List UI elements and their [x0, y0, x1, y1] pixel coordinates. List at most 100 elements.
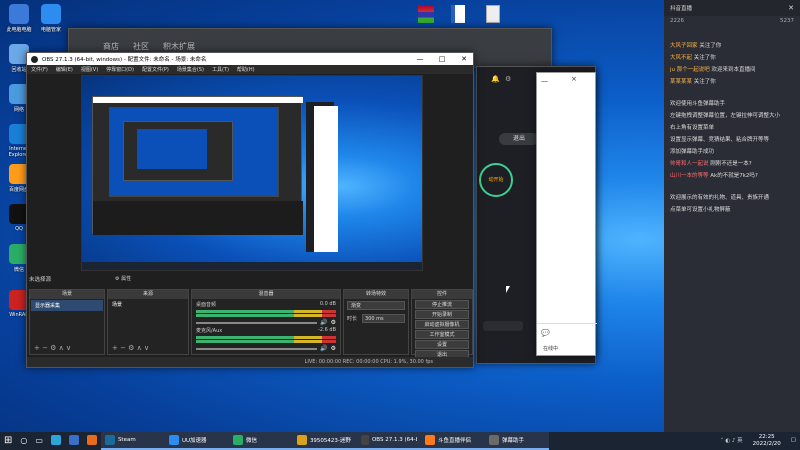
tray-icons[interactable]: ˄ ◐ ♪ 英: [717, 432, 747, 450]
app-icon: [168, 435, 179, 445]
chat-popup-window[interactable]: — × 💬 在线中: [536, 72, 597, 356]
bell-icon[interactable]: 🔔: [491, 75, 500, 83]
start-live-button[interactable]: 动开始: [479, 163, 513, 197]
taskbar-app[interactable]: 微信: [228, 432, 293, 450]
clock-date[interactable]: 2022/2/20: [753, 441, 781, 448]
chat-text: 点菜单可设置小礼物屏蔽: [670, 207, 731, 213]
exit-button[interactable]: 退出: [499, 133, 539, 145]
chat-nick: 大风不起: [670, 55, 693, 61]
minimize-icon[interactable]: —: [541, 77, 548, 85]
taskbar-app-label: UU加速器: [181, 438, 207, 444]
maximize-button[interactable]: □: [433, 55, 451, 63]
speaker-icon[interactable]: 🔊: [320, 345, 327, 352]
chat-message: 大风子回家 关注了你: [664, 40, 800, 52]
word-file-icon[interactable]: [451, 5, 465, 23]
chat-message: 右上角有设置菜单: [664, 122, 800, 134]
taskbar-app[interactable]: 斗鱼直播伴侣: [420, 432, 485, 450]
chat-close-icon[interactable]: ✕: [788, 4, 794, 12]
firefox-icon[interactable]: [83, 432, 101, 450]
bottom-button[interactable]: [483, 321, 523, 331]
app-icon: [232, 435, 243, 445]
chat-message: 大风不起 关注了你: [664, 52, 800, 64]
obs-statusbar: LIVE: 00:00:00 REC: 00:00:00 CPU: 1.9%, …: [27, 357, 473, 367]
volume-slider[interactable]: [196, 347, 318, 350]
minimize-button[interactable]: —: [411, 55, 429, 63]
taskbar-app[interactable]: Steam: [100, 432, 165, 450]
gear-icon[interactable]: ⚙: [331, 345, 336, 352]
bg-nav-community[interactable]: 社区: [133, 41, 149, 52]
chat-text: 设置显示弹幕、竞猜结果、粘合牌开等等: [670, 137, 770, 143]
taskbar-app-label: 微信: [245, 438, 257, 444]
chat-text: 欢迎使用斗鱼弹幕助手: [670, 101, 726, 107]
menu-item[interactable]: 帮助(H): [237, 66, 255, 73]
control-button[interactable]: 启动虚拟摄像机: [415, 320, 469, 329]
menu-item[interactable]: 视图(V): [81, 66, 98, 73]
chat-message: ju 那个一起说吧 欢迎来到本直播间: [664, 64, 800, 76]
menu-item[interactable]: 停靠窗口(D): [106, 66, 134, 73]
taskbar-app[interactable]: 弹幕助手: [484, 432, 549, 450]
obs-titlebar[interactable]: OBS 27.1.3 (64-bit, windows) - 配置文件: 未命名…: [27, 53, 473, 65]
taskbar-app[interactable]: UU加速器: [164, 432, 229, 450]
no-source-label: 未选择源: [29, 277, 52, 283]
taskbar-app-label: 斗鱼直播伴侣: [437, 438, 471, 444]
chat-message: 欢迎展示的有效的礼物、道具、贵族开通: [664, 192, 800, 204]
source-add-icon[interactable]: + − ⚙ ∧ ∨: [112, 344, 149, 352]
taskbar-app-label: 39505423-迷野: [309, 438, 351, 444]
control-button[interactable]: 工作室模式: [415, 330, 469, 339]
volume-slider[interactable]: [196, 321, 318, 324]
chat-message: 欢迎使用斗鱼弹幕助手: [664, 98, 800, 110]
channel-db: -2.6 dB: [318, 327, 336, 333]
volume-meter: [196, 336, 336, 339]
clock-time[interactable]: 22:25: [753, 434, 781, 441]
close-icon[interactable]: ×: [571, 75, 577, 83]
edge-icon[interactable]: [47, 432, 65, 450]
chat-nick: ju 那个一起说吧: [670, 67, 710, 73]
properties-gear-icon[interactable]: ⚙ 属性: [115, 275, 131, 282]
bg-nav-store[interactable]: 商店: [103, 41, 119, 52]
scene-item[interactable]: 显示器采集: [31, 300, 103, 311]
mixer-panel: 混音器 桌面音频 0.0 dB 🔊 ⚙ 麦克风/Aux -2.6 dB 🔊 ⚙: [191, 289, 341, 355]
start-button[interactable]: ⊞: [0, 432, 16, 450]
obs-menubar: 文件(F) 编辑(E) 视图(V) 停靠窗口(D) 配置文件(P) 场景集合(S) 工具(T…: [27, 65, 473, 74]
transition-type-select[interactable]: 渐变: [347, 301, 405, 310]
menu-item[interactable]: 场景集合(S): [177, 66, 204, 73]
chat-nick: 山川一本的等等: [670, 173, 709, 179]
mouse-cursor: [506, 286, 510, 293]
control-button[interactable]: 停止推流: [415, 300, 469, 309]
store-icon[interactable]: [65, 432, 83, 450]
transitions-header: 转场特效: [344, 290, 408, 299]
document-file-icon[interactable]: [486, 5, 500, 23]
notification-icon[interactable]: ▢: [787, 432, 800, 450]
duration-input[interactable]: 300 ms: [362, 314, 405, 323]
bg-nav-extension[interactable]: 积木扩展: [163, 41, 195, 52]
settings-icon[interactable]: ⚙: [505, 75, 511, 83]
scene-add-icon[interactable]: + − ⚙ ∧ ∨: [34, 344, 71, 352]
chat-message: 帅哥和人一起说 刚刚不还是一本?: [664, 158, 800, 170]
controls-panel: 控件 停止推流 开始录制 启动虚拟摄像机 工作室模式 设置 退出: [411, 289, 473, 359]
control-button[interactable]: 开始录制: [415, 310, 469, 319]
control-button[interactable]: 设置: [415, 340, 469, 349]
comment-icon[interactable]: 💬: [541, 329, 550, 337]
desktop-icon[interactable]: 此电脑电脑: [2, 4, 36, 33]
close-button[interactable]: ✕: [455, 55, 473, 63]
desktop-icon-label: 此电脑电脑: [6, 27, 32, 33]
volume-meter: [196, 340, 336, 343]
menu-item[interactable]: 文件(F): [31, 66, 48, 73]
task-view-icon[interactable]: ▭: [31, 432, 47, 450]
obs-preview[interactable]: [81, 75, 423, 271]
obs-window[interactable]: OBS 27.1.3 (64-bit, windows) - 配置文件: 未命名…: [26, 52, 474, 368]
search-icon[interactable]: ○: [16, 432, 31, 450]
chat-header: 抖音直播: [670, 6, 693, 12]
menu-item[interactable]: 工具(T): [212, 66, 229, 73]
menu-item[interactable]: 配置文件(P): [142, 66, 169, 73]
winrar-file-icon[interactable]: [418, 5, 434, 23]
controls-header: 控件: [412, 290, 472, 299]
desktop-icon[interactable]: 电脑管家: [34, 4, 68, 33]
scenes-header: 场景: [30, 290, 104, 299]
obs-logo-icon: [31, 55, 38, 63]
menu-item[interactable]: 编辑(E): [56, 66, 73, 73]
taskbar-app[interactable]: 39505423-迷野: [292, 432, 357, 450]
taskbar-app[interactable]: OBS 27.1.3 (64-bit...: [356, 432, 421, 450]
source-item[interactable]: 场景: [108, 299, 188, 310]
obs-title: OBS 27.1.3 (64-bit, windows) - 配置文件: 未命名…: [42, 57, 207, 63]
